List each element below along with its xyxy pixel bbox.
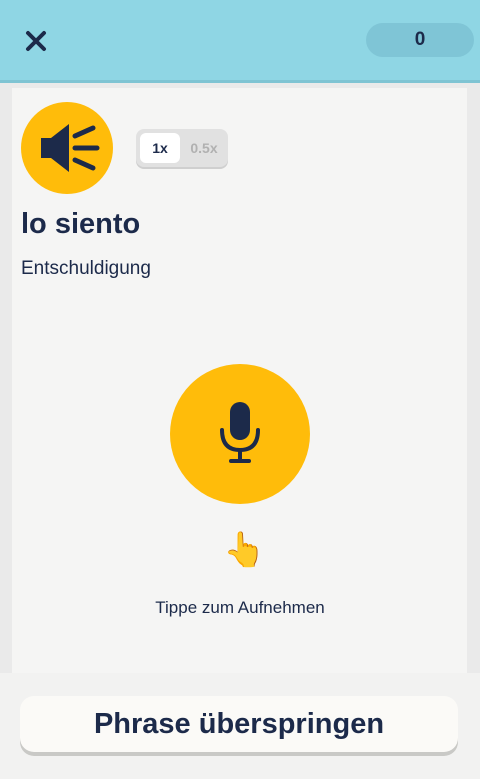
speed-option-0-5x[interactable]: 0.5x xyxy=(184,133,224,163)
record-button[interactable] xyxy=(170,364,310,504)
speaker-icon xyxy=(41,124,100,172)
top-bar: 0 xyxy=(0,0,480,80)
pointing-hand-icon: 👆 xyxy=(223,531,266,569)
close-button[interactable] xyxy=(20,25,52,57)
phrase-text: lo siento xyxy=(21,208,141,240)
speed-option-1x[interactable]: 1x xyxy=(140,133,180,163)
phrase-translation: Entschuldigung xyxy=(21,258,151,279)
microphone-icon xyxy=(220,402,260,463)
record-hint: Tippe zum Aufnehmen xyxy=(155,598,325,617)
play-audio-button[interactable] xyxy=(21,102,113,194)
skip-phrase-button[interactable]: Phrase überspringen xyxy=(20,696,458,752)
score-badge: 0 xyxy=(366,23,474,57)
close-icon xyxy=(26,31,46,51)
playback-speed-toggle: 1x 0.5x xyxy=(136,129,228,167)
score-value: 0 xyxy=(414,29,426,50)
